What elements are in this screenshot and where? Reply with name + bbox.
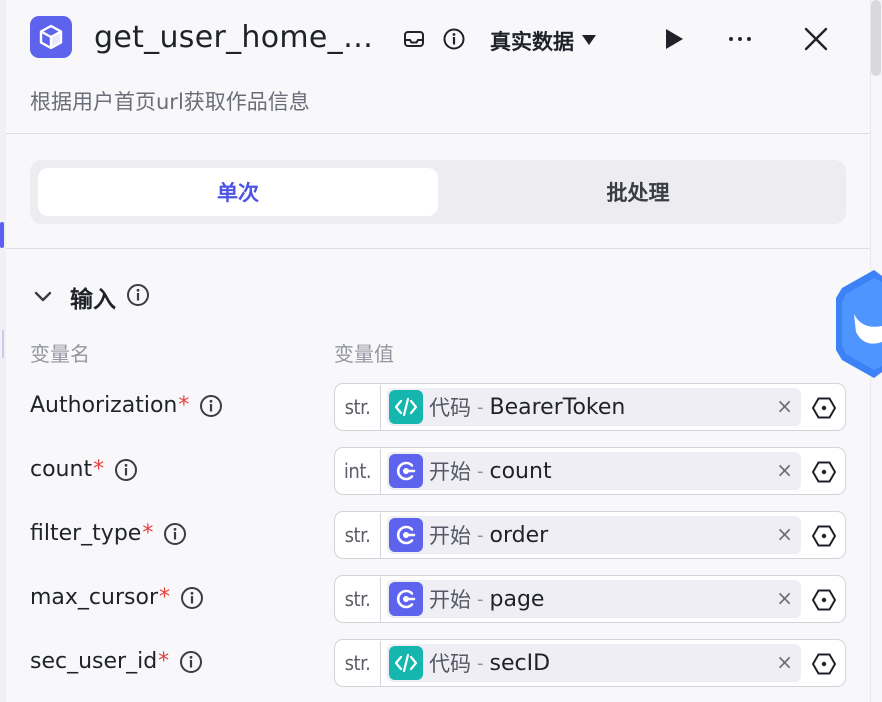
type-badge: str. (335, 576, 381, 622)
variable-value-field[interactable]: int. 开始 - count × (334, 447, 846, 495)
variable-name-text: filter_type (30, 521, 142, 546)
variable-name-text: sec_user_id (30, 649, 158, 674)
caret-down-icon (582, 33, 596, 49)
scrollbar-thumb[interactable] (871, 0, 881, 76)
type-badge: str. (335, 384, 381, 430)
data-mode-select[interactable]: 真实数据 (490, 26, 596, 56)
required-mark: * (158, 585, 170, 610)
column-header-name: 变量名 (30, 342, 90, 366)
variable-picker-icon[interactable] (811, 523, 837, 549)
variable-reference-tag[interactable]: 开始 - page × (387, 580, 801, 618)
variable-picker-icon[interactable] (811, 395, 837, 421)
node-title: get_user_home_… (94, 20, 374, 55)
variable-name-text: Authorization (30, 393, 178, 418)
tab-single[interactable]: 单次 (38, 168, 438, 216)
source-node-name: 代码 (429, 396, 471, 420)
more-icon[interactable] (728, 27, 752, 51)
info-icon[interactable] (442, 27, 466, 51)
variable-reference-tag[interactable]: 代码 - secID × (387, 644, 801, 682)
required-mark: * (142, 521, 154, 546)
play-icon[interactable] (662, 27, 686, 51)
node-description: 根据用户首页url获取作品信息 (30, 90, 310, 114)
source-node-name: 开始 (429, 588, 471, 612)
variable-reference-tag[interactable]: 开始 - order × (387, 516, 801, 554)
run-mode-tabs: 单次 批处理 (30, 160, 846, 224)
tab-batch[interactable]: 批处理 (438, 168, 838, 216)
start-icon (389, 582, 423, 616)
separator: - (477, 588, 484, 610)
required-mark: * (178, 393, 190, 418)
variable-picker-icon[interactable] (811, 651, 837, 677)
node-test-panel: get_user_home_… 真实数据 根据用户首页url获取作品信息 单次 … (6, 0, 870, 702)
assistant-badge-icon[interactable] (834, 268, 882, 380)
inbox-icon[interactable] (402, 27, 426, 51)
info-icon[interactable] (199, 394, 223, 418)
clear-icon[interactable]: × (776, 396, 793, 416)
source-node-name: 开始 (429, 524, 471, 548)
variable-reference-tag[interactable]: 代码 - BearerToken × (387, 388, 801, 426)
close-icon[interactable] (804, 27, 828, 51)
variable-value-field[interactable]: str. 开始 - order × (334, 511, 846, 559)
source-node-name: 代码 (429, 652, 471, 676)
variable-name: sec_user_id * (30, 649, 203, 674)
variable-name-text: max_cursor (30, 585, 158, 610)
variable-name: filter_type * (30, 521, 187, 546)
clear-icon[interactable]: × (776, 588, 793, 608)
info-icon[interactable] (163, 522, 187, 546)
panel-header: get_user_home_… 真实数据 根据用户首页url获取作品信息 (6, 0, 870, 134)
variable-name: count * (30, 457, 138, 482)
source-variable: count (489, 458, 552, 484)
info-icon[interactable] (114, 458, 138, 482)
clear-icon[interactable]: × (776, 652, 793, 672)
source-variable: page (489, 586, 545, 612)
required-mark: * (158, 649, 170, 674)
variable-name: Authorization * (30, 393, 223, 418)
input-row: sec_user_id * str. 代码 - secID × (30, 639, 846, 687)
source-variable: secID (489, 650, 551, 676)
variable-value-field[interactable]: str. 代码 - BearerToken × (334, 383, 846, 431)
info-icon[interactable] (179, 650, 203, 674)
variable-reference-tag[interactable]: 开始 - count × (387, 452, 801, 490)
data-mode-label: 真实数据 (490, 30, 574, 54)
cube-icon (30, 16, 72, 58)
variable-name: max_cursor * (30, 585, 204, 610)
info-icon[interactable] (180, 586, 204, 610)
variable-value-field[interactable]: str. 代码 - secID × (334, 639, 846, 687)
column-header-value: 变量值 (334, 342, 394, 366)
input-section-title: 输入 (70, 287, 116, 313)
input-row: max_cursor * str. 开始 - page × (30, 575, 846, 623)
source-node-name: 开始 (429, 460, 471, 484)
chevron-down-icon[interactable] (32, 286, 54, 308)
source-variable: BearerToken (489, 394, 626, 420)
separator: - (477, 460, 484, 482)
type-badge: str. (335, 640, 381, 686)
type-badge: str. (335, 512, 381, 558)
separator: - (477, 396, 484, 418)
variable-name-text: count (30, 457, 93, 482)
input-row: count * int. 开始 - count × (30, 447, 846, 495)
clear-icon[interactable]: × (776, 460, 793, 480)
code-icon (389, 390, 423, 424)
separator: - (477, 524, 484, 546)
variable-picker-icon[interactable] (811, 587, 837, 613)
variable-picker-icon[interactable] (811, 459, 837, 485)
code-icon (389, 646, 423, 680)
source-variable: order (489, 522, 549, 548)
section-divider (6, 248, 870, 249)
canvas-edge-marker (0, 222, 4, 248)
start-icon (389, 454, 423, 488)
info-icon[interactable] (126, 283, 150, 311)
clear-icon[interactable]: × (776, 524, 793, 544)
input-row: filter_type * str. 开始 - order × (30, 511, 846, 559)
type-badge: int. (335, 448, 381, 494)
variable-value-field[interactable]: str. 开始 - page × (334, 575, 846, 623)
start-icon (389, 518, 423, 552)
input-section-header[interactable]: 输入 (32, 280, 150, 314)
input-row: Authorization * str. 代码 - BearerToken × (30, 383, 846, 431)
required-mark: * (93, 457, 105, 482)
separator: - (477, 652, 484, 674)
